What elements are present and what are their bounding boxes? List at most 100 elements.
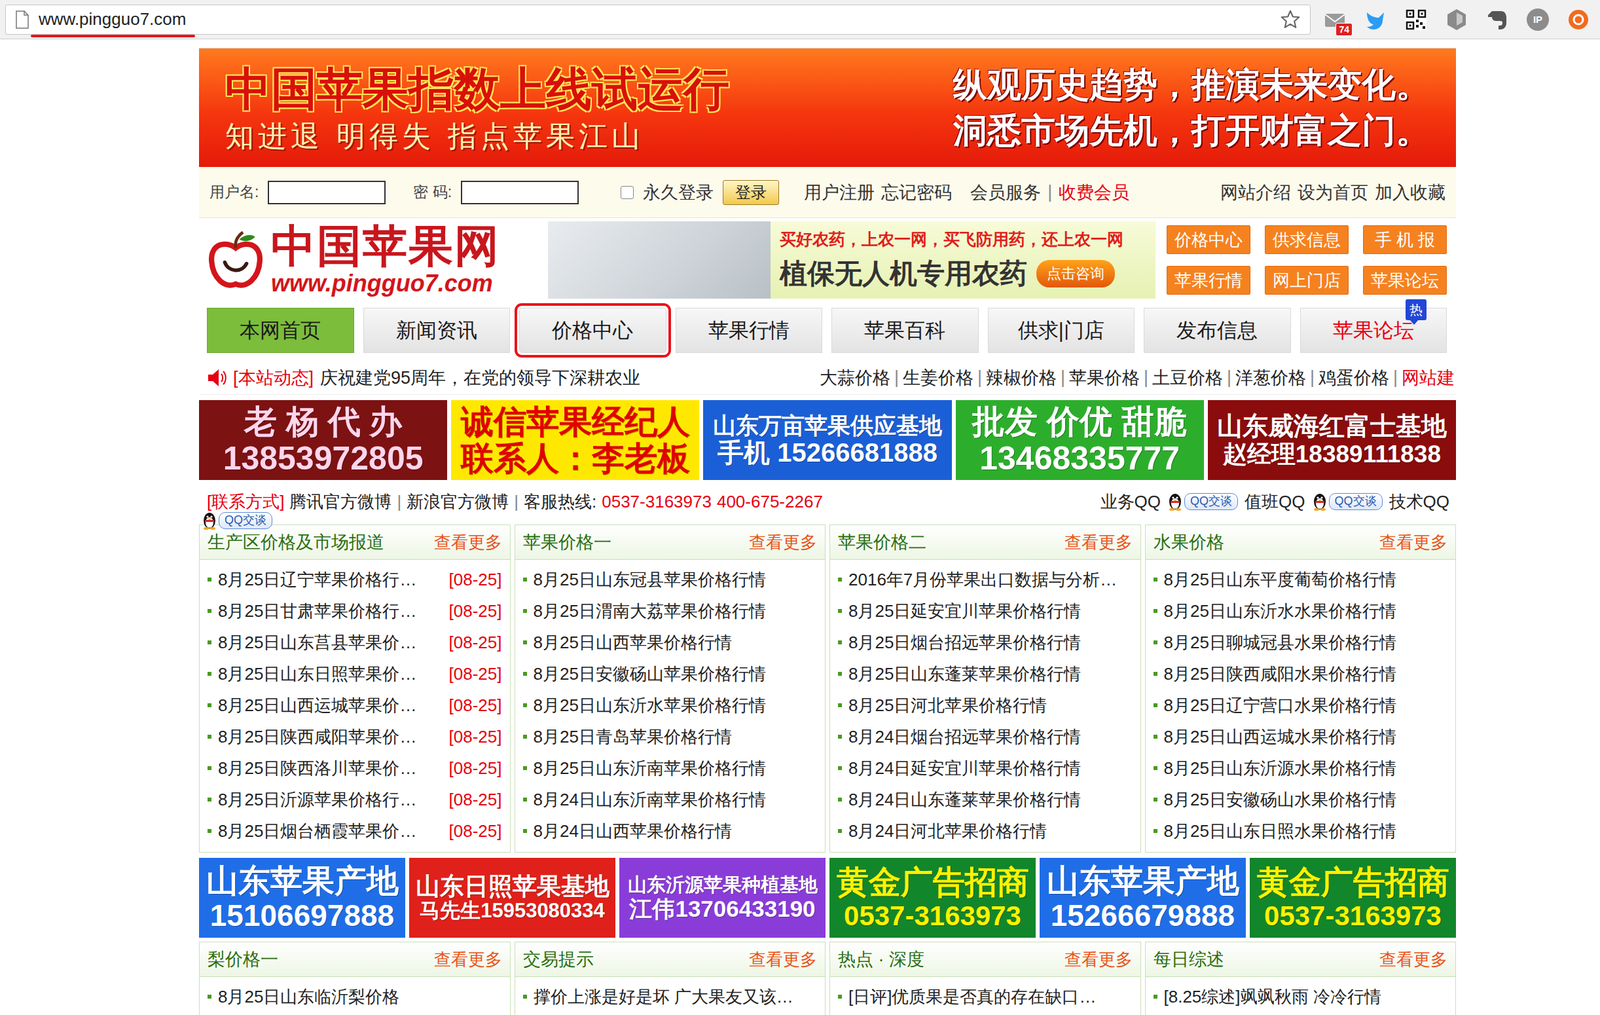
news-item[interactable]: 8月25日山东临沂梨价格 xyxy=(207,980,503,1013)
extension-button[interactable]: IP xyxy=(1525,7,1551,33)
news-item[interactable]: [8.25综述]飒飒秋雨 冷冷行情 xyxy=(1153,980,1449,1013)
news-title[interactable]: 8月24日山东沂南苹果价格行情 xyxy=(533,788,818,812)
quick-link-button[interactable]: 网上门店 xyxy=(1264,265,1349,295)
ad-banner[interactable]: 山东沂源苹果种植基地江伟13706433190 xyxy=(619,857,826,938)
news-title[interactable]: 8月25日河北苹果价格行情 xyxy=(848,693,1133,717)
news-title[interactable]: 8月25日山西运城水果价格行情 xyxy=(1163,725,1449,749)
news-item[interactable]: 8月25日山东冠县苹果价格行情 xyxy=(523,563,818,596)
nav-tab[interactable]: 供求|门店 xyxy=(987,307,1136,353)
news-title[interactable]: 8月24日河北苹果价格行情 xyxy=(848,819,1133,843)
more-link[interactable]: 查看更多 xyxy=(1379,947,1448,971)
news-title[interactable]: 8月25日山东沂南苹果价格行情 xyxy=(533,756,818,780)
news-item[interactable]: 8月24日山东沂南苹果价格行情 xyxy=(523,783,818,816)
bookmark-star-icon[interactable] xyxy=(1279,9,1301,31)
news-title[interactable]: 8月25日山西运城苹果价… xyxy=(218,693,443,717)
news-item[interactable]: 8月25日山东沂水苹果价格行情 xyxy=(523,689,818,721)
news-item[interactable]: 8月25日沂源苹果价格行…[08-25] xyxy=(207,783,503,816)
ad-banner[interactable]: 山东苹果产地15266679888 xyxy=(1039,857,1246,938)
news-title[interactable]: 8月25日烟台栖霞苹果价… xyxy=(218,819,443,843)
quick-link-button[interactable]: 供求信息 xyxy=(1264,225,1349,255)
news-item[interactable]: 8月25日河北苹果价格行情 xyxy=(837,689,1133,721)
news-item[interactable]: 8月25日山西运城苹果价…[08-25] xyxy=(207,689,503,721)
news-title[interactable]: [日评]优质果是否真的存在缺口… xyxy=(848,985,1133,1009)
nav-tab[interactable]: 苹果行情 xyxy=(675,307,823,353)
news-item[interactable]: 8月25日青岛苹果价格行情 xyxy=(523,720,818,753)
news-title[interactable]: 2016年7月份苹果出口数据与分析… xyxy=(848,568,1133,592)
qq-chat-button[interactable]: QQ交谈 xyxy=(1311,492,1383,511)
extension-button[interactable] xyxy=(1403,7,1429,33)
ticker-message[interactable]: 庆祝建党95周年，在党的领导下深耕农业 xyxy=(320,365,641,390)
quick-link-button[interactable]: 手 机 报 xyxy=(1363,225,1447,255)
extension-button[interactable]: 74 xyxy=(1322,7,1348,33)
news-title[interactable]: 8月25日渭南大荔苹果价格行情 xyxy=(533,599,818,623)
news-item[interactable]: 8月25日山东蓬莱苹果价格行情 xyxy=(837,657,1133,690)
news-title[interactable]: 8月25日聊城冠县水果价格行情 xyxy=(1163,631,1449,655)
news-title[interactable]: 8月25日山东临沂梨价格 xyxy=(218,985,503,1009)
news-title[interactable]: 8月25日辽宁苹果价格行… xyxy=(218,568,443,592)
price-link[interactable]: 鸡蛋价格 xyxy=(1318,365,1390,390)
site-link[interactable]: 网站介绍 xyxy=(1220,180,1291,205)
remember-checkbox[interactable] xyxy=(620,185,634,200)
news-title[interactable]: 8月25日烟台招远苹果价格行情 xyxy=(848,631,1133,655)
password-input[interactable] xyxy=(460,180,579,205)
news-title[interactable]: 8月24日烟台招远苹果价格行情 xyxy=(848,725,1133,749)
news-item[interactable]: 8月25日辽宁苹果价格行…[08-25] xyxy=(207,563,503,596)
url-text[interactable]: www.pingguo7.com xyxy=(38,9,186,30)
news-title[interactable]: 8月25日安徽砀山苹果价格行情 xyxy=(533,662,818,686)
news-item[interactable]: 2016年7月份苹果出口数据与分析… xyxy=(837,563,1133,596)
nav-tab[interactable]: 发布信息 xyxy=(1143,307,1291,353)
news-title[interactable]: 8月25日山东平度葡萄价格行情 xyxy=(1163,568,1449,592)
news-title[interactable]: 8月25日山东沂水苹果价格行情 xyxy=(533,693,818,717)
ad-banner[interactable]: 山东苹果产地15106697888 xyxy=(199,857,406,938)
news-title[interactable]: 8月25日陕西咸阳水果价格行情 xyxy=(1163,662,1449,686)
extension-button[interactable] xyxy=(1363,7,1388,33)
ad-banner[interactable]: 山东威海红富士基地赵经理18389111838 xyxy=(1207,400,1456,480)
site-link[interactable]: 设为首页 xyxy=(1297,180,1369,205)
extension-button[interactable] xyxy=(1484,7,1510,33)
nav-tab[interactable]: 价格中心 xyxy=(519,307,667,353)
news-item[interactable]: 8月25日延安宜川苹果价格行情 xyxy=(837,595,1133,627)
news-item[interactable]: 8月25日山西苹果价格行情 xyxy=(523,626,818,658)
account-link[interactable]: 用户注册 xyxy=(803,180,875,205)
account-link[interactable]: 忘记密码 xyxy=(881,180,952,205)
news-title[interactable]: 8月24日山东蓬莱苹果价格行情 xyxy=(848,788,1133,812)
extension-button[interactable] xyxy=(1444,7,1470,33)
ad-banner[interactable]: 黄金广告招商0537-3163973 xyxy=(1249,857,1456,938)
top-banner[interactable]: 中国苹果指数上线试运行知进退 明得失 指点苹果江山纵观历史趋势，推演未来变化。洞… xyxy=(199,48,1456,167)
news-item[interactable]: 8月25日山东平度葡萄价格行情 xyxy=(1153,563,1449,596)
news-item[interactable]: 8月25日山东沂南苹果价格行情 xyxy=(523,752,818,784)
news-title[interactable]: 8月25日延安宜川苹果价格行情 xyxy=(848,599,1133,623)
news-title[interactable]: 8月25日安徽砀山水果价格行情 xyxy=(1163,788,1449,812)
promo-button[interactable]: 点击咨询 xyxy=(1036,259,1115,288)
remember-label[interactable]: 永久登录 xyxy=(642,180,714,205)
address-bar[interactable]: www.pingguo7.com xyxy=(5,4,1311,35)
quick-link-button[interactable]: 苹果行情 xyxy=(1166,265,1251,295)
site-link[interactable]: 加入收藏 xyxy=(1374,180,1446,205)
nav-tab[interactable]: 本网首页 xyxy=(206,307,355,353)
news-item[interactable]: 8月25日烟台栖霞苹果价…[08-25] xyxy=(207,815,503,847)
news-item[interactable]: 撑价上涨是好是坏 广大果友又该… xyxy=(523,980,818,1013)
price-link[interactable]: 生姜价格 xyxy=(902,365,974,390)
news-item[interactable]: 8月25日甘肃苹果价格行…[08-25] xyxy=(207,595,503,627)
news-title[interactable]: 8月25日山东沂水水果价格行情 xyxy=(1163,599,1449,623)
weibo-link[interactable]: 腾讯官方微博 xyxy=(289,490,392,514)
news-item[interactable]: 8月24日山西苹果价格行情 xyxy=(523,815,818,847)
news-item[interactable]: 8月25日山东沂源水果价格行情 xyxy=(1153,752,1449,784)
news-item[interactable]: 8月24日延安宜川苹果价格行情 xyxy=(837,752,1133,784)
news-item[interactable]: 8月25日山东沂水水果价格行情 xyxy=(1153,595,1449,627)
news-title[interactable]: 撑价上涨是好是坏 广大果友又该… xyxy=(533,985,818,1009)
more-link[interactable]: 查看更多 xyxy=(1064,947,1133,971)
news-title[interactable]: 8月24日山西苹果价格行情 xyxy=(533,819,818,843)
quick-link-button[interactable]: 价格中心 xyxy=(1166,225,1251,255)
news-item[interactable]: 8月25日安徽砀山水果价格行情 xyxy=(1153,783,1449,816)
site-logo[interactable]: 中国苹果网www.pingguo7.com xyxy=(205,223,543,297)
more-link[interactable]: 查看更多 xyxy=(1064,530,1133,554)
price-link[interactable]: 洋葱价格 xyxy=(1235,365,1307,390)
more-link[interactable]: 查看更多 xyxy=(748,947,818,971)
news-title[interactable]: 8月25日辽宁营口水果价格行情 xyxy=(1163,693,1449,717)
nav-tab[interactable]: 苹果百科 xyxy=(831,307,979,353)
username-input[interactable] xyxy=(267,180,386,205)
member-link[interactable]: 会员服务 xyxy=(970,180,1041,205)
news-title[interactable]: 8月25日山东沂源水果价格行情 xyxy=(1163,756,1449,780)
login-button[interactable]: 登录 xyxy=(722,180,780,205)
